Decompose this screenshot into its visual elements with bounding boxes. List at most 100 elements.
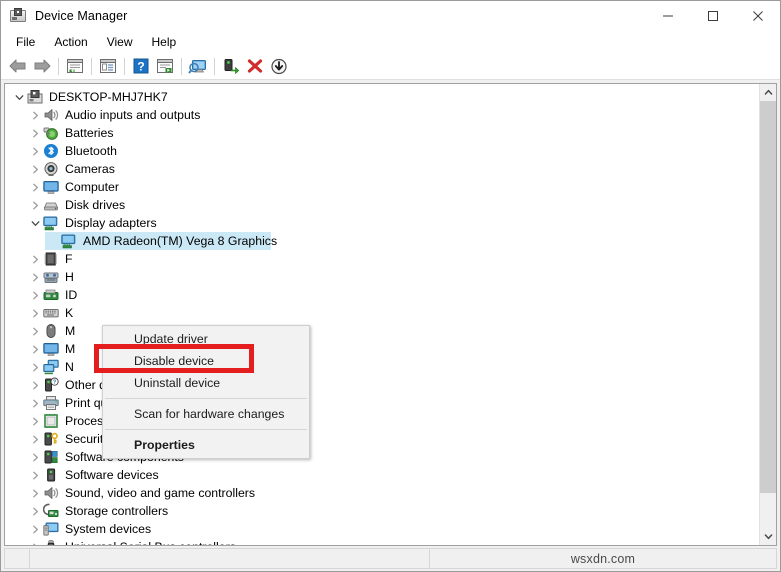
human-interface-icon	[43, 269, 59, 285]
toolbar-separator	[58, 57, 59, 75]
tree-item-label: AMD Radeon(TM) Vega 8 Graphics	[83, 234, 278, 248]
chevron-right-icon[interactable]	[27, 106, 43, 124]
uninstall-device-icon[interactable]	[243, 55, 267, 78]
tree-item-cameras[interactable]: Cameras	[5, 160, 745, 178]
tree-item-disk-drives[interactable]: Disk drives	[5, 196, 745, 214]
chevron-right-icon[interactable]	[27, 178, 43, 196]
tree-item-storage-controllers[interactable]: Storage controllers	[5, 502, 745, 520]
chevron-right-icon[interactable]	[27, 484, 43, 502]
properties-icon[interactable]	[96, 55, 120, 78]
device-manager-window: Device Manager File Action View Help ? D…	[0, 0, 781, 572]
tree-item-display-adapters[interactable]: Display adapters	[5, 214, 745, 232]
toolbar-separator	[181, 57, 182, 75]
toolbar-separator	[214, 57, 215, 75]
tree-item-audio-inputs-and-outputs[interactable]: Audio inputs and outputs	[5, 106, 745, 124]
menu-help[interactable]: Help	[143, 33, 186, 52]
tree-item-software-devices[interactable]: Software devices	[5, 466, 745, 484]
enable-device-icon[interactable]	[219, 55, 243, 78]
watermark: wsxdn.com	[570, 551, 636, 566]
minimize-icon[interactable]	[645, 1, 690, 31]
chevron-down-icon[interactable]	[27, 214, 43, 232]
tree-item-label: Computer	[65, 180, 119, 194]
title-bar: Device Manager	[1, 1, 780, 31]
chevron-right-icon[interactable]	[27, 502, 43, 520]
chevron-right-icon[interactable]	[27, 196, 43, 214]
scroll-up-icon[interactable]	[760, 84, 776, 101]
chevron-right-icon[interactable]	[27, 412, 43, 430]
tree-item-label: M	[65, 324, 76, 338]
window-controls	[645, 1, 780, 31]
tree-item-root[interactable]: DESKTOP-MHJ7HK7	[5, 88, 745, 106]
disable-device-icon[interactable]	[267, 55, 291, 78]
security-device-icon	[43, 431, 59, 447]
maximize-icon[interactable]	[690, 1, 735, 31]
chevron-right-icon[interactable]	[27, 448, 43, 466]
chevron-right-icon[interactable]	[27, 520, 43, 538]
tree-item-ide-ata-atapi-controllers[interactable]: ID	[5, 286, 745, 304]
menu-action[interactable]: Action	[45, 33, 96, 52]
scrollbar-thumb[interactable]	[760, 101, 776, 493]
tree-item-batteries[interactable]: Batteries	[5, 124, 745, 142]
forward-icon[interactable]	[30, 55, 54, 78]
chevron-right-icon[interactable]	[27, 160, 43, 178]
mouse-icon	[43, 323, 59, 339]
menu-file[interactable]: File	[7, 33, 44, 52]
chevron-right-icon[interactable]	[27, 268, 43, 286]
tree-item-human-interface-devices[interactable]: H	[5, 268, 745, 286]
tree-item-firmware[interactable]: F	[5, 250, 745, 268]
disk-drive-icon	[43, 197, 59, 213]
camera-icon	[43, 161, 59, 177]
scroll-down-icon[interactable]	[760, 528, 776, 545]
chevron-right-icon[interactable]	[27, 142, 43, 160]
back-icon[interactable]	[6, 55, 30, 78]
context-menu-item-disable-device[interactable]: Disable device	[103, 350, 309, 372]
context-menu-item-uninstall-device[interactable]: Uninstall device	[103, 372, 309, 394]
chevron-right-icon[interactable]	[27, 124, 43, 142]
show-hide-console-tree-icon[interactable]	[63, 55, 87, 78]
tree-item-universal-serial-bus-controllers[interactable]: Universal Serial Bus controllers	[5, 538, 745, 545]
update-driver-icon[interactable]	[153, 55, 177, 78]
context-menu-item-scan-for-hardware-changes[interactable]: Scan for hardware changes	[103, 403, 309, 425]
chevron-right-icon[interactable]	[27, 322, 43, 340]
tree-item-label: K	[65, 306, 74, 320]
chevron-right-icon[interactable]	[27, 538, 43, 545]
tree-item-bluetooth[interactable]: Bluetooth	[5, 142, 745, 160]
chevron-right-icon[interactable]	[27, 430, 43, 448]
chevron-right-icon[interactable]	[27, 250, 43, 268]
chevron-right-icon[interactable]	[27, 394, 43, 412]
tree-item-system-devices[interactable]: System devices	[5, 520, 745, 538]
tree-item-label: Software devices	[65, 468, 159, 482]
chevron-down-icon[interactable]	[11, 88, 27, 106]
menu-view[interactable]: View	[98, 33, 142, 52]
chevron-right-icon[interactable]	[27, 286, 43, 304]
vertical-scrollbar[interactable]	[759, 84, 776, 545]
menu-bar: File Action View Help	[1, 31, 780, 53]
tree-item-keyboards[interactable]: K	[5, 304, 745, 322]
tree-item-label: H	[65, 270, 74, 284]
status-bar: wsxdn.com	[4, 548, 777, 569]
display-adapter-icon	[61, 233, 77, 249]
chevron-right-icon[interactable]	[27, 340, 43, 358]
software-component-icon	[43, 449, 59, 465]
scan-for-hardware-changes-icon[interactable]	[186, 55, 210, 78]
tree-item-label: N	[65, 360, 74, 374]
device-tree[interactable]: DESKTOP-MHJ7HK7 Audio inputs and outputs	[5, 88, 745, 545]
context-menu-item-update-driver[interactable]: Update driver	[103, 328, 309, 350]
tree-item-label: DESKTOP-MHJ7HK7	[49, 90, 168, 104]
tree-item-label: Storage controllers	[65, 504, 169, 518]
help-icon[interactable]: ?	[129, 55, 153, 78]
tree-item-computer[interactable]: Computer	[5, 178, 745, 196]
chevron-right-icon[interactable]	[27, 304, 43, 322]
context-menu-item-properties[interactable]: Properties	[103, 434, 309, 456]
processor-icon	[43, 413, 59, 429]
bluetooth-icon	[43, 143, 59, 159]
close-icon[interactable]	[735, 1, 780, 31]
device-context-menu[interactable]: Update driver Disable device Uninstall d…	[102, 325, 310, 459]
tree-item-label: F	[65, 252, 73, 266]
tree-item-label: Disk drives	[65, 198, 126, 212]
tree-item-amd-radeon-vega-8-graphics[interactable]: AMD Radeon(TM) Vega 8 Graphics	[5, 232, 745, 250]
chevron-right-icon[interactable]	[27, 376, 43, 394]
tree-item-sound-video-and-game-controllers[interactable]: Sound, video and game controllers	[5, 484, 745, 502]
chevron-right-icon[interactable]	[27, 466, 43, 484]
chevron-right-icon[interactable]	[27, 358, 43, 376]
